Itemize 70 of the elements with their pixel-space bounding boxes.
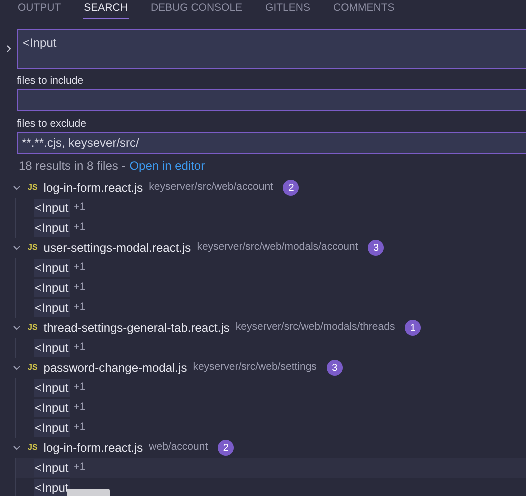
match-text: <Input (34, 219, 70, 237)
results-summary: 18 results in 8 files - (19, 158, 126, 175)
match-text: <Input (34, 459, 70, 477)
match-count: +1 (74, 380, 86, 396)
chevron-icon[interactable] (12, 243, 22, 253)
panel-tab[interactable]: SEARCH (83, 0, 129, 19)
match-count: +1 (74, 200, 86, 216)
chevron-icon[interactable] (12, 363, 22, 373)
match-text: <Input (34, 199, 70, 217)
match-text: <Input (34, 259, 70, 277)
match-text: <Input (34, 279, 70, 297)
search-field[interactable]: <Input (17, 29, 526, 69)
match-count-badge: 3 (326, 360, 343, 376)
chevron-icon[interactable] (12, 183, 22, 193)
chevron-icon[interactable] (12, 443, 22, 453)
match-count-badge: 2 (218, 440, 234, 456)
match-row[interactable]: <Input +1 (16, 458, 526, 478)
file-name[interactable]: log-in-form.react.js (44, 439, 144, 457)
match-count: +1 (74, 260, 86, 276)
open-in-editor-link[interactable]: Open in editor (130, 157, 206, 175)
panel-tab[interactable]: DEBUG CONSOLE (150, 0, 244, 19)
match-row[interactable]: <Input +1 (16, 398, 526, 418)
file-name[interactable]: log-in-form.react.js (44, 179, 144, 197)
match-count-badge: 3 (368, 240, 384, 256)
tooltip (67, 489, 110, 496)
match-count: +1 (74, 220, 86, 236)
file-path: keyserver/src/web/account (149, 180, 274, 196)
match-row[interactable]: <Input +1 (16, 258, 526, 278)
chevron-icon[interactable] (12, 323, 22, 333)
match-text: <Input (34, 299, 70, 317)
file-path: web/account (149, 440, 208, 456)
file-name[interactable]: user-settings-modal.react.js (44, 239, 192, 257)
match-row[interactable]: <Input (16, 478, 526, 496)
match-count-badge: 2 (283, 180, 300, 196)
field-label: files to exclude (17, 117, 88, 131)
file-path: keyserver/src/web/settings (193, 360, 317, 376)
match-count: +1 (74, 400, 86, 416)
panel-tab[interactable]: COMMENTS (332, 0, 396, 19)
match-text: <Input (34, 419, 70, 437)
exclude-field[interactable]: **.**.cjs, keysever/src/ (17, 132, 526, 154)
match-row[interactable]: <Input +1 (16, 278, 526, 298)
match-row[interactable]: <Input +1 (16, 218, 526, 238)
file-type-icon: JS (28, 243, 38, 253)
file-type-icon: JS (28, 183, 38, 193)
match-text: <Input (34, 479, 70, 496)
include-field[interactable] (17, 89, 526, 111)
match-count: +1 (74, 300, 86, 316)
match-count: +1 (74, 460, 86, 476)
match-count: +1 (74, 420, 86, 436)
match-count-badge: 1 (405, 320, 422, 336)
file-name[interactable]: thread-settings-general-tab.react.js (44, 319, 230, 337)
match-text: <Input (34, 379, 70, 397)
match-count: +1 (74, 340, 86, 356)
file-type-icon: JS (28, 363, 38, 373)
match-text: <Input (34, 339, 70, 357)
field-label: files to include (17, 74, 85, 88)
match-text: <Input (34, 399, 70, 417)
match-row[interactable]: <Input +1 (16, 338, 526, 358)
file-type-icon: JS (28, 443, 38, 453)
file-path: keyserver/src/web/modals/account (197, 240, 358, 256)
file-name[interactable]: password-change-modal.js (44, 359, 188, 377)
file-path: keyserver/src/web/modals/threads (236, 320, 396, 336)
file-type-icon: JS (28, 323, 38, 333)
match-row[interactable]: <Input +1 (16, 378, 526, 398)
match-row[interactable]: <Input +1 (16, 198, 526, 218)
match-row[interactable]: <Input +1 (16, 298, 526, 318)
panel-tab[interactable]: OUTPUT (17, 0, 62, 19)
panel-tab[interactable]: GITLENS (264, 0, 312, 19)
match-row[interactable]: <Input +1 (16, 418, 526, 438)
match-count: +1 (74, 280, 86, 296)
